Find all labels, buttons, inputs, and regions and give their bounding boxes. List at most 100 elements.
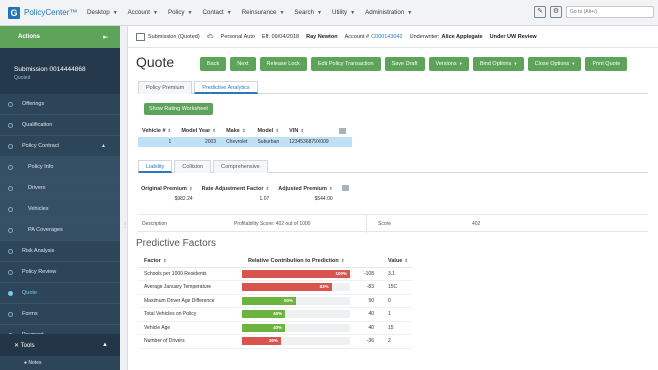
sort-icon: ⇕ xyxy=(328,185,333,191)
actions-button[interactable]: Actions ⇤ xyxy=(0,26,120,48)
description-label: Description xyxy=(142,221,168,227)
menu-policy[interactable]: Policy ▼ xyxy=(163,0,197,26)
save-draft-button[interactable]: Save Draft xyxy=(384,57,425,71)
step-dot-icon xyxy=(8,207,13,212)
column-header-rate-adjustment-factor[interactable]: Rate Adjustment Factor ⇕ xyxy=(199,183,276,194)
cell-factor: Average January Temperature xyxy=(138,280,242,295)
contribution-bar-track: 50% xyxy=(242,296,350,305)
column-header-vin[interactable]: VIN ⇕ xyxy=(285,125,335,137)
menu-reinsurance[interactable]: Reinsurance ▼ xyxy=(237,0,290,26)
next-button[interactable]: Next xyxy=(230,57,256,71)
cell-factor: Schools per 1000 Residents xyxy=(138,267,242,281)
show-rating-worksheet-button[interactable]: Show Rating Worksheet xyxy=(144,103,213,115)
sort-icon: ⇕ xyxy=(188,185,193,191)
cell-factor: Maximum Driver Age Difference xyxy=(138,294,242,308)
sidebar-item-policy-info[interactable]: Policy Info xyxy=(0,157,120,178)
info-review-status: Under UW Review xyxy=(489,33,537,40)
search-input[interactable] xyxy=(566,6,654,18)
column-header-relative-contribution[interactable]: Relative Contribution to Prediction ⇕ xyxy=(242,256,382,268)
bind-options-button[interactable]: Bind Options ▾ xyxy=(472,57,524,71)
chevron-down-icon: ▼ xyxy=(153,9,158,16)
menu-administration[interactable]: Administration ▼ xyxy=(360,0,417,26)
sidebar-item-forms[interactable]: Forms xyxy=(0,304,120,325)
sidebar-item-offerings[interactable]: Offerings xyxy=(0,94,120,115)
cell-contribution-bar: 50% xyxy=(242,294,354,308)
gear-icon[interactable]: ⚙ xyxy=(550,6,562,18)
print-quote-button[interactable]: Print Quote xyxy=(585,57,628,71)
close-options-button[interactable]: Close Options ▾ xyxy=(527,57,582,71)
edit-policy-transaction-button[interactable]: Edit Policy Transaction xyxy=(310,57,381,71)
sidebar-item-policy-contract[interactable]: Policy Contract ▲ xyxy=(0,136,120,157)
sidebar-item-drivers[interactable]: Drivers xyxy=(0,178,120,199)
menu-contact[interactable]: Contact ▼ xyxy=(197,0,236,26)
tab-predictive-analytics[interactable]: Predictive Analytics xyxy=(194,81,258,94)
tab-collision[interactable]: Collision xyxy=(174,160,212,173)
column-chooser-icon xyxy=(341,185,349,192)
versions-button[interactable]: Versions ▾ xyxy=(428,57,469,71)
column-header-model-year[interactable]: Model Year ⇕ xyxy=(177,125,222,137)
app-logo[interactable]: G PolicyCenter™ xyxy=(0,6,82,19)
menu-desktop[interactable]: Desktop ▼ xyxy=(82,0,123,26)
column-header-value[interactable]: Value ⇕ xyxy=(382,256,413,268)
cell-contribution-value: 50 xyxy=(354,294,382,308)
table-row[interactable]: 1 2003 Chevrolet Suburban 1234536879X009 xyxy=(138,137,352,147)
sidebar-splitter[interactable]: ⋮ xyxy=(120,26,128,370)
sort-icon: ⇕ xyxy=(340,258,345,264)
tools-section-toggle[interactable]: ✕ Tools ▲ xyxy=(0,334,120,356)
submission-header: Submission 0014444868 Quoted xyxy=(0,48,120,94)
back-button[interactable]: Back xyxy=(200,57,227,71)
menu-search[interactable]: Search ▼ xyxy=(289,0,327,26)
tab-policy-premium[interactable]: Policy Premium xyxy=(138,81,193,94)
cell-contribution-value: -36 xyxy=(354,334,382,349)
chevron-down-icon: ▾ xyxy=(572,61,575,66)
contribution-bar-track: 83% xyxy=(242,283,350,292)
table-row: Vehicle Age 40% 40 15 xyxy=(138,321,413,335)
sidebar-item-vehicles[interactable]: Vehicles xyxy=(0,199,120,220)
column-header-model[interactable]: Model ⇕ xyxy=(253,125,285,137)
cell-contribution-value: 40 xyxy=(354,307,382,322)
menu-utility[interactable]: Utility ▼ xyxy=(327,0,360,26)
sidebar-item-risk-analysis[interactable]: Risk Analysis xyxy=(0,241,120,262)
column-chooser[interactable] xyxy=(335,125,352,137)
info-account-number[interactable]: C000143042 xyxy=(371,34,403,40)
coverage-tabs: Liability Collision Comprehensive xyxy=(138,160,648,173)
tab-comprehensive[interactable]: Comprehensive xyxy=(213,160,268,173)
tab-liability[interactable]: Liability xyxy=(138,160,173,173)
cell-factor: Number of Drivers xyxy=(138,334,242,349)
contribution-bar: 40% xyxy=(242,323,286,332)
score-label: Score xyxy=(378,221,392,227)
column-header-original-premium[interactable]: Original Premium ⇕ xyxy=(138,183,199,194)
column-header-factor[interactable]: Factor ⇕ xyxy=(138,256,242,268)
car-icon: 🚗︎ xyxy=(206,33,214,40)
menu-account[interactable]: Account ▼ xyxy=(123,0,163,26)
chevron-down-icon: ▼ xyxy=(226,9,232,16)
column-chooser[interactable] xyxy=(339,183,355,194)
sidebar-item-notes[interactable]: ● Notes xyxy=(0,356,120,370)
step-dot-icon xyxy=(8,123,13,128)
sidebar-item-label: Notes xyxy=(28,360,42,366)
sidebar-item-label: Policy Review xyxy=(22,269,57,275)
table-header-row: Original Premium ⇕ Rate Adjustment Factor… xyxy=(138,183,355,194)
sort-icon: ⇕ xyxy=(162,258,167,264)
sidebar-item-policy-review[interactable]: Policy Review xyxy=(0,262,120,283)
sidebar-item-quote[interactable]: Quote xyxy=(0,283,120,304)
submission-status: Quoted xyxy=(14,75,31,81)
sidebar-item-label: Qualification xyxy=(22,122,53,128)
sidebar-item-pa-coverages[interactable]: PA Coverages xyxy=(0,220,120,241)
release-lock-button[interactable]: Release Lock xyxy=(259,57,307,71)
step-dot-icon xyxy=(8,102,13,107)
collapse-sidebar-icon[interactable]: ⇤ xyxy=(103,34,108,41)
info-insured-name[interactable]: Ray Newton xyxy=(306,34,337,40)
info-product: Personal Auto xyxy=(220,33,255,40)
column-header-make[interactable]: Make ⇕ xyxy=(222,125,253,137)
table-row: Average January Temperature 83% -83 15C xyxy=(138,280,413,295)
sidebar-item-qualification[interactable]: Qualification xyxy=(0,115,120,136)
drag-handle-icon[interactable]: ⋮ xyxy=(122,222,128,229)
column-header-vehicle-number[interactable]: Vehicle # ⇕ xyxy=(138,125,177,137)
step-dot-icon xyxy=(8,291,13,296)
premium-table: Original Premium ⇕ Rate Adjustment Factor… xyxy=(138,183,355,204)
column-header-adjusted-premium[interactable]: Adjusted Premium ⇕ xyxy=(275,183,338,194)
cell-contribution-value: 40 xyxy=(354,321,382,335)
edit-icon[interactable]: ✎ xyxy=(534,6,546,18)
step-dot-icon xyxy=(8,144,13,149)
